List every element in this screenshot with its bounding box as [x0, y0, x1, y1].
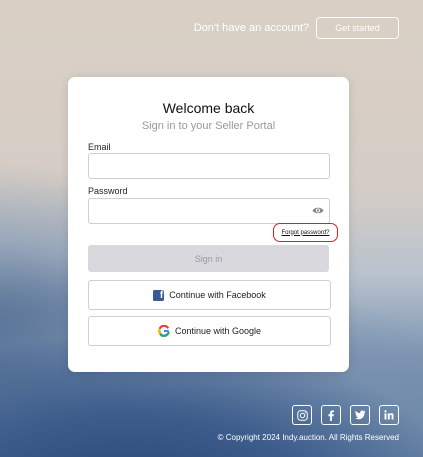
top-bar: Don't have an account? Get started — [194, 17, 399, 39]
password-label: Password — [88, 186, 128, 196]
get-started-button[interactable]: Get started — [316, 17, 399, 39]
twitter-icon[interactable] — [350, 405, 370, 425]
facebook-button-label: Continue with Facebook — [169, 290, 266, 300]
page-title: Welcome back — [162, 100, 255, 116]
instagram-icon[interactable] — [292, 405, 312, 425]
continue-with-google-button[interactable]: Continue with Google — [88, 316, 331, 346]
linkedin-icon[interactable] — [379, 405, 399, 425]
sign-in-button[interactable]: Sign in — [88, 245, 329, 272]
email-label: Email — [88, 142, 111, 152]
continue-with-facebook-button[interactable]: f Continue with Facebook — [88, 280, 331, 310]
forgot-password-link[interactable]: Forgot password? — [281, 230, 329, 236]
google-icon — [158, 325, 170, 337]
login-card: Welcome back Sign in to your Seller Port… — [68, 77, 349, 372]
copyright-text: © Copyright 2024 Indy.auction. All Right… — [217, 433, 399, 442]
email-field[interactable] — [88, 153, 330, 179]
page-subtitle: Sign in to your Seller Portal — [141, 120, 276, 132]
google-button-label: Continue with Google — [174, 326, 262, 336]
signup-prompt: Don't have an account? — [193, 22, 309, 34]
forgot-password-highlight[interactable]: Forgot password? — [273, 223, 338, 242]
password-field[interactable] — [88, 198, 330, 224]
show-password-icon[interactable] — [312, 206, 324, 215]
facebook-icon: f — [153, 289, 165, 301]
facebook-icon[interactable] — [321, 405, 341, 425]
social-links — [292, 405, 399, 425]
